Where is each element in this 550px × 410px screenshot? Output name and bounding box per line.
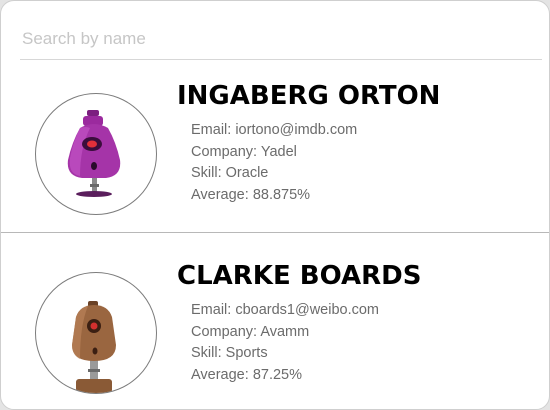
student-name: CLARKE BOARDS (177, 261, 422, 291)
email-value: cboards1@weibo.com (235, 302, 380, 318)
skill-row: Skill: Oracle (191, 163, 357, 185)
avatar (35, 93, 157, 215)
company-label: Company: (191, 143, 258, 160)
student-details: Email: cboards1@weibo.com Company: Avamm… (191, 300, 379, 386)
email-row: Email: iortono@imdb.com (191, 120, 357, 142)
purple-robot-icon (67, 110, 121, 197)
average-value: 87.25% (252, 366, 302, 383)
skill-label: Skill: (191, 345, 222, 361)
avatar (35, 272, 157, 394)
search-bar (20, 23, 544, 60)
student-name: INGABERG ORTON (177, 81, 441, 111)
skill-row: Skill: Sports (191, 343, 379, 365)
average-row: Average: 88.875% (191, 185, 357, 207)
student-card: INGABERG ORTON Email: iortono@imdb.com C… (1, 61, 549, 231)
email-value: iortono@imdb.com (235, 122, 358, 138)
company-label: Company: (191, 323, 258, 340)
average-label: Average: (191, 186, 249, 203)
company-value: Avamm (260, 323, 310, 340)
email-label: Email: (191, 122, 232, 138)
average-label: Average: (191, 366, 249, 383)
average-value: 88.875% (252, 186, 311, 203)
student-details: Email: iortono@imdb.com Company: Yadel S… (191, 120, 357, 206)
brown-robot-icon (72, 301, 116, 393)
skill-label: Skill: (191, 165, 222, 181)
student-list-card: INGABERG ORTON Email: iortono@imdb.com C… (0, 0, 550, 410)
company-value: Yadel (260, 143, 297, 160)
company-row: Company: Yadel (191, 142, 357, 164)
email-label: Email: (191, 302, 232, 318)
skill-value: Sports (225, 345, 268, 361)
student-card: CLARKE BOARDS Email: cboards1@weibo.com … (1, 232, 549, 403)
email-row: Email: cboards1@weibo.com (191, 300, 379, 322)
skill-value: Oracle (225, 165, 269, 181)
average-row: Average: 87.25% (191, 365, 379, 387)
company-row: Company: Avamm (191, 322, 379, 344)
search-input[interactable] (20, 23, 544, 55)
